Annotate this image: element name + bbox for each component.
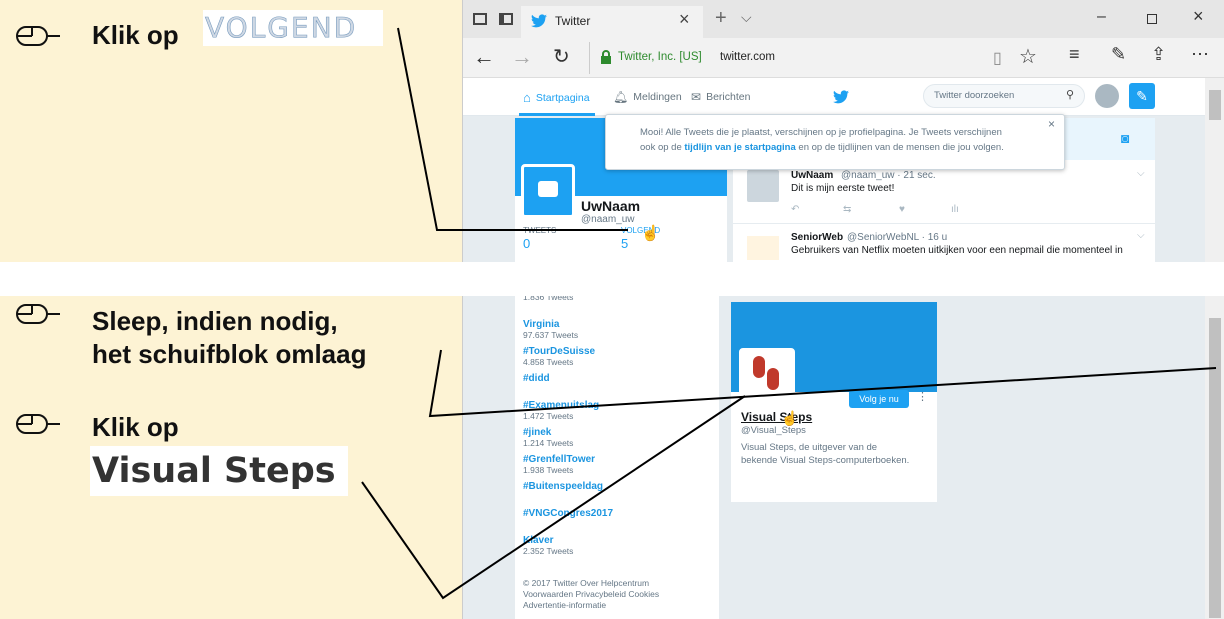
- callout-lines: [361, 27, 1217, 600]
- callout-step3: [361, 395, 746, 600]
- callout-step2: [428, 349, 1217, 418]
- callout-step1: [397, 27, 628, 231]
